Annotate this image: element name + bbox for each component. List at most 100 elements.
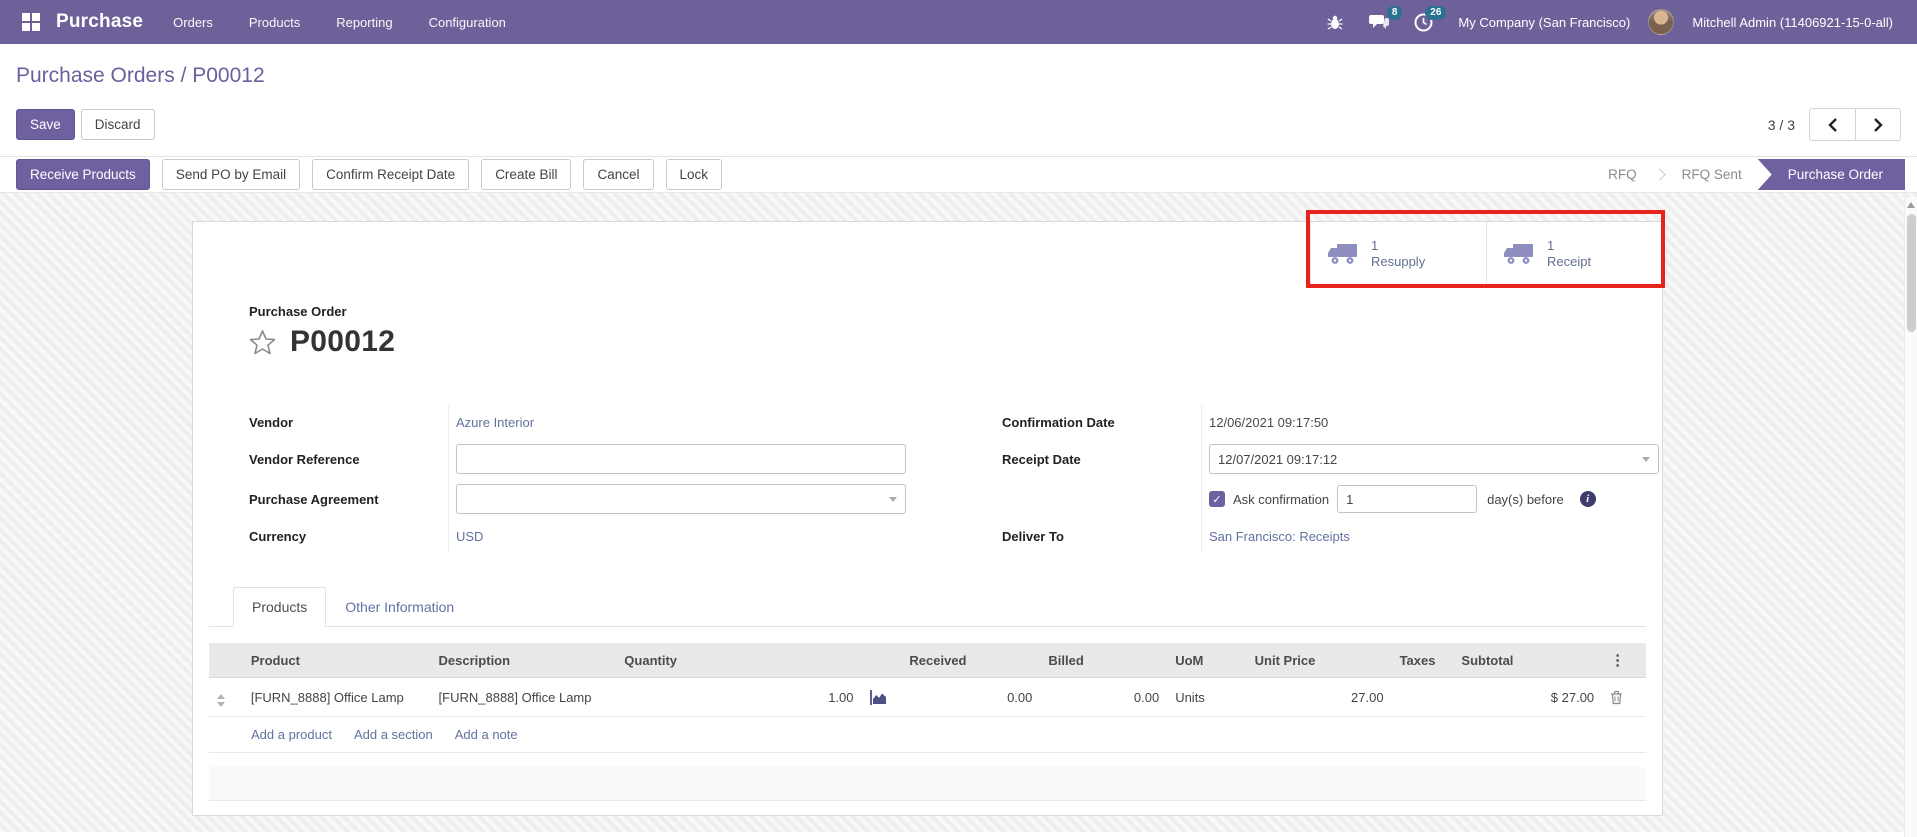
- order-lines-table: Product Description Quantity Received Bi…: [209, 643, 1646, 717]
- notebook: Products Other Information Product Descr…: [193, 587, 1662, 753]
- delete-row-trash-icon[interactable]: [1610, 690, 1623, 705]
- navbar-right: 8 26 My Company (San Francisco) Mitchell…: [1318, 5, 1901, 39]
- doc-type-label: Purchase Order: [249, 304, 347, 319]
- product-column-header: Product: [242, 643, 431, 678]
- app-title[interactable]: Purchase: [56, 11, 143, 33]
- totals-placeholder-strip: [209, 767, 1646, 801]
- receipt-smart-button[interactable]: 1 Receipt: [1486, 222, 1662, 286]
- vendor-reference-input[interactable]: [456, 444, 906, 474]
- activities-clock-icon[interactable]: 26: [1406, 5, 1447, 39]
- scrollbar-up-arrow[interactable]: [1905, 197, 1917, 212]
- menu-configuration[interactable]: Configuration: [413, 3, 522, 42]
- quantity-column-header: Quantity: [616, 643, 862, 678]
- forecast-chart-icon[interactable]: [869, 689, 887, 705]
- breadcrumb: Purchase Orders / P00012: [16, 64, 1901, 88]
- billed-column-header: Billed: [1040, 643, 1168, 678]
- received-column-header: Received: [901, 643, 1041, 678]
- company-switcher[interactable]: My Company (San Francisco): [1450, 15, 1638, 30]
- optional-columns-kebab-icon[interactable]: ⋮: [1602, 643, 1646, 678]
- create-bill-button[interactable]: Create Bill: [481, 158, 572, 191]
- list-footer-links: Add a product Add a section Add a note: [209, 717, 1646, 753]
- statusbar: RFQ RFQ Sent Purchase Order: [1592, 159, 1905, 190]
- vendor-label: Vendor: [249, 405, 449, 439]
- breadcrumb-current: P00012: [192, 64, 265, 87]
- deliver-to-label: Deliver To: [1002, 519, 1202, 553]
- favorite-star-icon[interactable]: [249, 329, 276, 355]
- vendor-value[interactable]: Azure Interior: [456, 415, 534, 430]
- cell-uom[interactable]: Units: [1167, 677, 1247, 717]
- smart-button-box: 1 Resupply 1 Receipt: [1310, 222, 1662, 286]
- resupply-smart-button[interactable]: 1 Resupply: [1310, 222, 1486, 286]
- cell-unit-price[interactable]: 27.00: [1246, 677, 1392, 717]
- subtotal-column-header: Subtotal: [1453, 643, 1603, 678]
- form-action-bar: Receive Products Send PO by Email Confir…: [0, 156, 1917, 193]
- deliver-to-value[interactable]: San Francisco: Receipts: [1209, 529, 1350, 544]
- status-separator-chevron: [1652, 168, 1666, 181]
- purchase-agreement-input[interactable]: [456, 484, 906, 514]
- menu-products[interactable]: Products: [233, 3, 316, 42]
- user-menu[interactable]: Mitchell Admin (11406921-15-0-all): [1684, 15, 1901, 30]
- vendor-reference-label: Vendor Reference: [249, 439, 449, 479]
- add-a-section-link[interactable]: Add a section: [354, 727, 433, 742]
- receipt-label: Receipt: [1547, 253, 1592, 269]
- add-a-note-link[interactable]: Add a note: [455, 727, 518, 742]
- truck-icon: [1328, 243, 1357, 264]
- add-a-product-link[interactable]: Add a product: [251, 727, 332, 742]
- scrollbar-thumb[interactable]: [1907, 214, 1916, 332]
- discard-button[interactable]: Discard: [80, 108, 155, 141]
- cell-billed[interactable]: 0.00: [1040, 677, 1168, 717]
- document-name: P00012: [290, 325, 396, 358]
- currency-label: Currency: [249, 519, 449, 553]
- cell-received[interactable]: 0.00: [901, 677, 1041, 717]
- vertical-scrollbar[interactable]: [1904, 197, 1917, 837]
- currency-value[interactable]: USD: [456, 529, 483, 544]
- purchase-agreement-label: Purchase Agreement: [249, 479, 449, 519]
- user-avatar[interactable]: [1648, 9, 1675, 35]
- cell-quantity[interactable]: 1.00: [616, 677, 862, 717]
- control-panel: Purchase Orders / P00012 Save Discard 3 …: [0, 44, 1917, 156]
- confirmation-date-value: 12/06/2021 09:17:50: [1209, 414, 1329, 430]
- send-po-by-email-button[interactable]: Send PO by Email: [161, 158, 301, 191]
- menu-orders[interactable]: Orders: [157, 3, 229, 42]
- cancel-button[interactable]: Cancel: [583, 158, 654, 191]
- apps-menu-icon[interactable]: [16, 7, 46, 37]
- messages-badge: 8: [1386, 6, 1403, 20]
- info-icon[interactable]: i: [1579, 491, 1596, 507]
- status-rfq[interactable]: RFQ: [1592, 167, 1653, 182]
- ask-confirmation-checkbox[interactable]: ✓: [1209, 491, 1225, 507]
- status-rfq-sent[interactable]: RFQ Sent: [1666, 167, 1758, 182]
- menu-reporting[interactable]: Reporting: [320, 3, 408, 42]
- cell-product[interactable]: [FURN_8888] Office Lamp: [242, 677, 431, 717]
- description-column-header: Description: [430, 643, 617, 678]
- truck-icon: [1504, 243, 1533, 264]
- taxes-column-header: Taxes: [1391, 643, 1454, 678]
- forecast-column-header: [861, 643, 902, 678]
- unit-price-column-header: Unit Price: [1246, 643, 1392, 678]
- resupply-count: 1: [1371, 237, 1379, 253]
- days-before-input[interactable]: [1337, 485, 1478, 513]
- drag-handle-icon[interactable]: [217, 694, 225, 707]
- pager-previous-button[interactable]: [1810, 109, 1855, 140]
- pager-next-button[interactable]: [1855, 109, 1900, 140]
- lock-button[interactable]: Lock: [665, 158, 723, 191]
- handle-column-header: [209, 643, 243, 678]
- ask-confirmation-empty-label: [1002, 479, 1202, 519]
- tab-other-information[interactable]: Other Information: [326, 587, 473, 627]
- breadcrumb-parent[interactable]: Purchase Orders: [16, 64, 175, 87]
- receive-products-button[interactable]: Receive Products: [16, 158, 150, 191]
- debug-bug-icon[interactable]: [1318, 5, 1352, 39]
- tab-products[interactable]: Products: [233, 587, 327, 627]
- receipt-date-label: Receipt Date: [1002, 439, 1202, 479]
- cell-description[interactable]: [FURN_8888] Office Lamp: [430, 677, 617, 717]
- messages-icon[interactable]: 8: [1362, 5, 1403, 39]
- save-button[interactable]: Save: [16, 108, 75, 141]
- cell-taxes[interactable]: [1391, 677, 1454, 717]
- receipt-date-input[interactable]: [1209, 444, 1659, 474]
- confirm-receipt-date-button[interactable]: Confirm Receipt Date: [312, 158, 470, 191]
- days-before-suffix: day(s) before: [1487, 491, 1564, 507]
- table-header-row: Product Description Quantity Received Bi…: [209, 643, 1646, 678]
- top-navbar: Purchase Orders Products Reporting Confi…: [0, 0, 1917, 44]
- status-purchase-order[interactable]: Purchase Order: [1757, 159, 1905, 190]
- cell-subtotal[interactable]: $ 27.00: [1453, 677, 1603, 717]
- pager-count: 3 / 3: [1767, 116, 1795, 133]
